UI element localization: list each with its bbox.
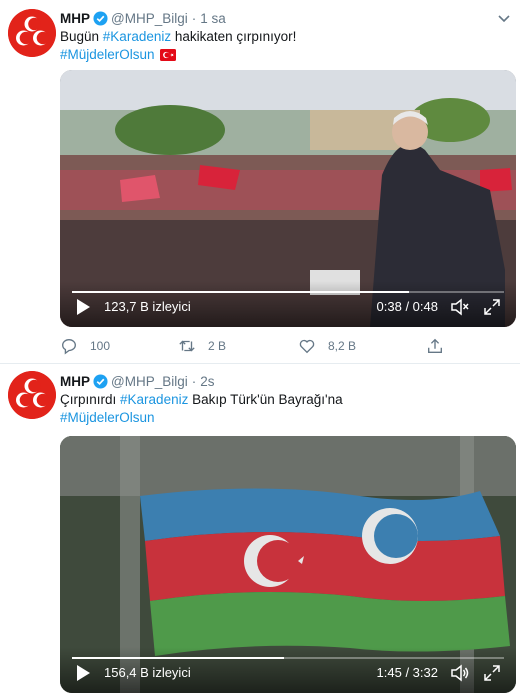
hashtag-link[interactable]: #Karadeniz bbox=[120, 392, 188, 407]
share-button[interactable] bbox=[426, 337, 456, 355]
tweet[interactable]: MHP @MHP_Bilgi · 2s Çırpınırdı #Karadeni… bbox=[0, 364, 520, 699]
volume-icon[interactable] bbox=[450, 663, 470, 683]
reply-button[interactable]: 100 bbox=[60, 337, 110, 355]
separator: · bbox=[191, 10, 197, 26]
text-suffix: hakikaten çırpınıyor! bbox=[171, 29, 297, 44]
video-progress-bar[interactable] bbox=[72, 657, 504, 659]
video-progress-fill bbox=[72, 291, 409, 293]
tweet-text: Çırpınırdı #Karadeniz Bakıp Türk'ün Bayr… bbox=[60, 391, 343, 427]
retweet-count: 2 B bbox=[208, 339, 227, 353]
tweet-text: Bugün #Karadeniz hakikaten çırpınıyor! #… bbox=[60, 28, 296, 66]
tweet-actions: 100 2 B 8,2 B bbox=[60, 337, 460, 357]
tweet[interactable]: MHP @MHP_Bilgi · 1 sa Bugün #Karadeniz h… bbox=[0, 0, 520, 363]
like-icon bbox=[299, 339, 315, 354]
video-timecode: 0:38 / 0:48 bbox=[376, 299, 438, 314]
separator: · bbox=[191, 373, 197, 389]
hashtag-link[interactable]: #Karadeniz bbox=[103, 29, 171, 44]
video-controls: 123,7 B izleyici 0:38 / 0:48 bbox=[60, 281, 516, 327]
play-icon[interactable] bbox=[74, 298, 92, 316]
tweet-timestamp[interactable]: 1 sa bbox=[200, 11, 226, 26]
avatar[interactable] bbox=[8, 371, 56, 419]
video-player[interactable]: 156,4 B izleyici 1:45 / 3:32 bbox=[60, 436, 516, 693]
author-name[interactable]: MHP bbox=[60, 11, 90, 26]
mhp-logo-icon bbox=[8, 9, 56, 57]
verified-badge-icon bbox=[93, 10, 108, 26]
retweet-button[interactable]: 2 B bbox=[178, 337, 226, 355]
view-count: 123,7 B izleyici bbox=[104, 299, 191, 314]
video-progress-bar[interactable] bbox=[72, 291, 504, 293]
like-count: 8,2 B bbox=[328, 339, 357, 353]
share-icon bbox=[428, 338, 442, 353]
video-player[interactable]: 123,7 B izleyici 0:38 / 0:48 bbox=[60, 70, 516, 327]
avatar[interactable] bbox=[8, 9, 56, 57]
hashtag-link[interactable]: #MüjdelerOlsun bbox=[60, 47, 155, 62]
text-prefix: Çırpınırdı bbox=[60, 392, 121, 407]
retweet-icon bbox=[179, 340, 195, 352]
tweet-header: MHP @MHP_Bilgi · 1 sa bbox=[60, 9, 226, 27]
verified-badge-icon bbox=[93, 373, 108, 389]
tweet-header: MHP @MHP_Bilgi · 2s bbox=[60, 372, 215, 390]
tweet-timestamp[interactable]: 2s bbox=[200, 374, 214, 389]
video-controls: 156,4 B izleyici 1:45 / 3:32 bbox=[60, 647, 516, 693]
volume-muted-icon[interactable] bbox=[450, 297, 470, 317]
fullscreen-icon[interactable] bbox=[482, 663, 502, 683]
author-name[interactable]: MHP bbox=[60, 374, 90, 389]
reply-icon bbox=[62, 339, 76, 355]
hashtag-link[interactable]: #MüjdelerOlsun bbox=[60, 410, 155, 425]
mhp-logo-icon bbox=[8, 371, 56, 419]
reply-count: 100 bbox=[90, 339, 111, 353]
view-count: 156,4 B izleyici bbox=[104, 665, 191, 680]
caret-down-icon[interactable] bbox=[498, 10, 510, 28]
text-suffix: Bakıp Türk'ün Bayrağı'na bbox=[188, 392, 343, 407]
author-handle[interactable]: @MHP_Bilgi bbox=[111, 11, 188, 26]
video-timecode: 1:45 / 3:32 bbox=[376, 665, 438, 680]
text-prefix: Bugün bbox=[60, 29, 103, 44]
author-handle[interactable]: @MHP_Bilgi bbox=[111, 374, 188, 389]
play-icon[interactable] bbox=[74, 664, 92, 682]
fullscreen-icon[interactable] bbox=[482, 297, 502, 317]
video-progress-fill bbox=[72, 657, 284, 659]
turkey-flag-icon bbox=[159, 48, 176, 66]
like-button[interactable]: 8,2 B bbox=[298, 337, 356, 355]
